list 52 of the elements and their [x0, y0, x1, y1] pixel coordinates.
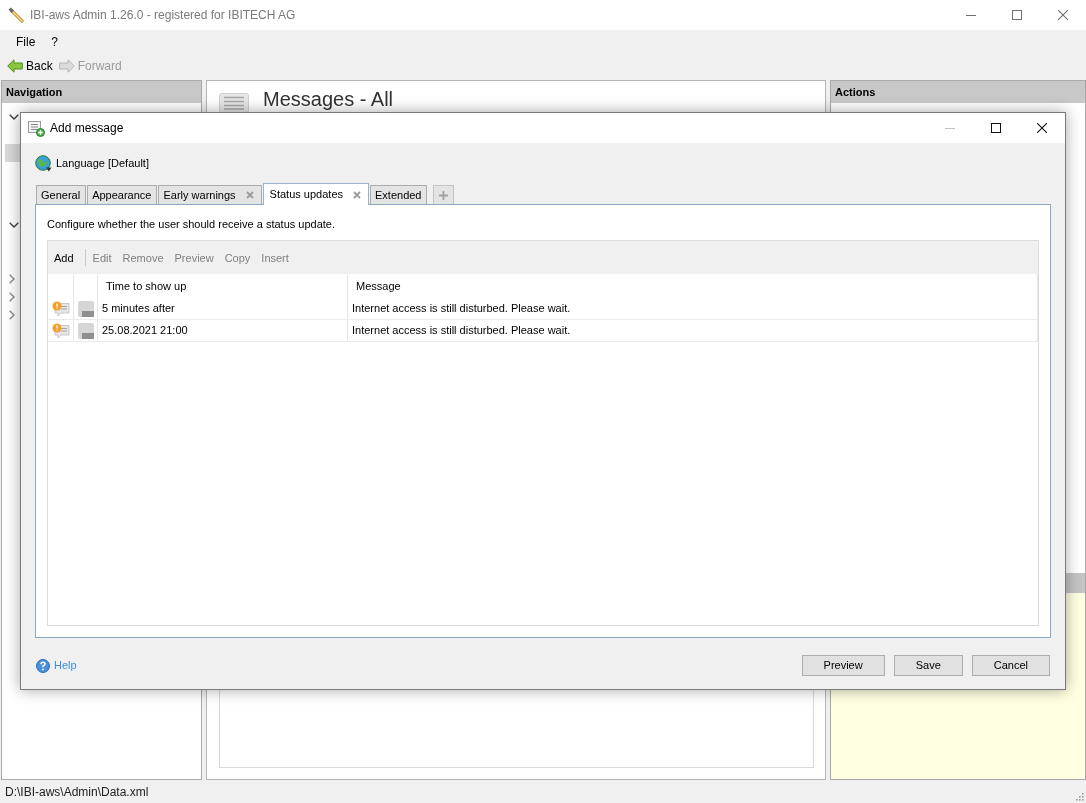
column-header[interactable]: Time to show up	[98, 274, 348, 298]
toolbar-button[interactable]: Add	[50, 249, 78, 266]
table-cell: Internet access is still disturbed. Please wait.	[348, 320, 1038, 341]
actions-header: Actions	[831, 81, 1085, 103]
minimize-icon	[945, 127, 955, 129]
resize-grip-icon[interactable]	[1074, 790, 1084, 801]
close-icon[interactable]	[245, 191, 254, 199]
table-cell: Internet access is still disturbed. Please wait.	[348, 298, 1038, 319]
globe-icon	[35, 155, 52, 172]
close-icon	[1037, 123, 1047, 133]
dialog-button[interactable]: Save	[893, 655, 963, 676]
tab[interactable]: Status updates	[262, 183, 369, 205]
table-cell: 25.08.2021 21:00	[98, 320, 348, 341]
column-header[interactable]: Message	[348, 274, 1038, 298]
document-add-icon	[28, 119, 45, 137]
chevron-right-icon[interactable]	[9, 292, 15, 302]
pencil-icon	[8, 7, 24, 23]
language-button[interactable]: Language [Default]	[35, 155, 149, 172]
close-icon[interactable]	[353, 190, 361, 199]
navigation-header: Navigation	[2, 81, 201, 103]
message-info-icon	[51, 300, 70, 317]
menu-item[interactable]: File	[8, 32, 44, 51]
help-icon	[36, 658, 50, 673]
tile-icon	[77, 322, 94, 339]
close-icon	[1058, 10, 1068, 20]
dialog-button[interactable]: Cancel	[971, 655, 1050, 676]
add-tab-button[interactable]	[433, 185, 455, 204]
back-arrow-icon	[7, 59, 23, 73]
page-title: Messages - All	[263, 88, 394, 110]
maximize-icon	[1012, 10, 1022, 20]
status-text: D:\IBI-aws\Admin\Data.xml	[5, 783, 149, 801]
table-cell: 5 minutes after	[98, 298, 348, 319]
chevron-right-icon[interactable]	[9, 274, 15, 284]
tile-icon	[77, 300, 94, 317]
menu-item[interactable]: ?	[43, 32, 67, 51]
window-title: IBI-aws Admin 1.26.0 - registered for IBITECH AG	[30, 7, 296, 24]
description-text: Configure whether the user should receive a status update.	[47, 217, 335, 231]
tab[interactable]: General	[36, 185, 87, 204]
tab[interactable]: Appearance	[87, 185, 158, 204]
plus-icon	[439, 190, 449, 200]
maximize-icon	[991, 123, 1001, 133]
chevron-down-icon[interactable]	[9, 114, 19, 120]
forward-arrow-icon	[58, 59, 75, 73]
message-info-icon	[51, 322, 70, 339]
chevron-down-icon[interactable]	[9, 222, 19, 228]
chevron-right-icon[interactable]	[9, 310, 15, 320]
minimize-icon	[966, 14, 976, 16]
tab[interactable]: Early warnings	[158, 185, 262, 204]
back-button[interactable]: Back	[4, 57, 56, 75]
dialog-title: Add message	[50, 120, 124, 137]
tab[interactable]: Extended	[370, 185, 428, 204]
dialog-button[interactable]: Preview	[801, 655, 885, 676]
